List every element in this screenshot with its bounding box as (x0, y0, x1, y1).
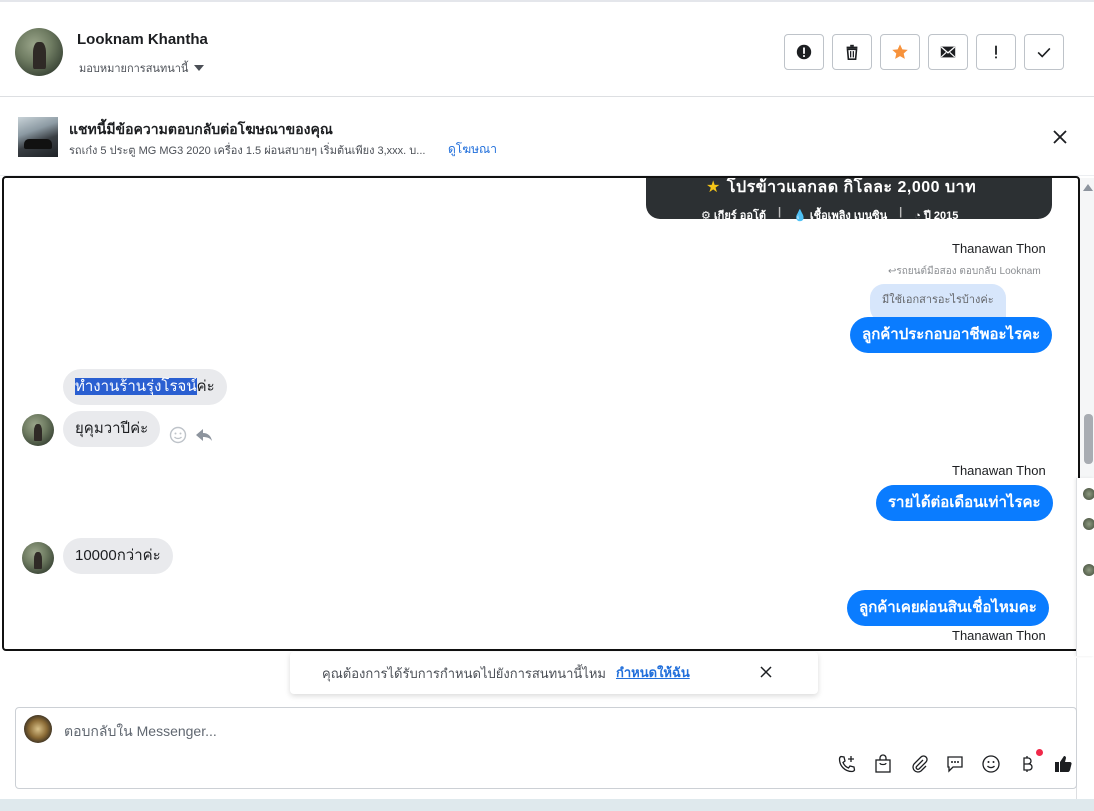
scrollbar-thumb[interactable] (1084, 414, 1093, 464)
star-button[interactable] (880, 34, 920, 70)
attach-button[interactable] (907, 752, 931, 776)
incoming-message[interactable]: ทำงานร้านรุ่งโรจน์ค่ะ (63, 369, 227, 405)
incoming-message[interactable]: 10000กว่าค่ะ (63, 538, 173, 574)
side-panel-edge (1076, 658, 1094, 808)
message-composer (15, 707, 1077, 789)
avatar (1083, 518, 1094, 530)
like-button[interactable] (1051, 752, 1075, 776)
spec-year: ◔ ปี 2015 (914, 210, 959, 222)
paperclip-icon (912, 755, 928, 773)
baht-icon (1023, 756, 1033, 772)
ad-banner-title: แชทนี้มีข้อความตอบกลับต่อโฆษณาของคุณ (69, 121, 333, 137)
ad-card-headline: ★ โปรข้าวแลกลด กิโลละ 2,000 บาท (706, 179, 977, 196)
reminder-text: คุณต้องการได้รับการกำหนดไปยังการสนทนานี้… (322, 666, 606, 681)
reply-context: ↩รถยนต์มือสอง ตอบกลับ Looknam (888, 266, 1041, 277)
ad-description: รถเก๋ง 5 ประตู MG MG3 2020 เครื่อง 1.5 ผ… (69, 145, 426, 157)
outgoing-message[interactable]: รายได้ต่อเดือนเท่าไรคะ (876, 485, 1053, 521)
bottom-strip (0, 799, 1094, 811)
conversation-header: Looknam Khantha มอบหมายการสนทนานี้ (0, 0, 1094, 97)
assign-to-me-link[interactable]: กำหนดให้ฉัน (616, 662, 690, 683)
outgoing-message[interactable]: ลูกค้าเคยผ่อนสินเชื่อไหมคะ (847, 590, 1049, 626)
check-icon (1037, 47, 1051, 58)
shop-button[interactable] (871, 752, 895, 776)
side-panel-edge (1076, 478, 1094, 656)
smiley-icon (982, 755, 1000, 773)
assign-reminder: คุณต้องการได้รับการกำหนดไปยังการสนทนานี้… (290, 652, 818, 694)
message-text: ค่ะ (196, 378, 215, 395)
close-icon[interactable] (758, 664, 774, 680)
delete-button[interactable] (832, 34, 872, 70)
star-icon: ★ (706, 179, 721, 196)
sender-name: Thanawan Thon (952, 463, 1046, 478)
ad-card-specs: ⚙ เกียร์ ออโต้ | 💧 เชื้อเพลิง เบนซิน | ◔… (701, 206, 958, 224)
message-tools (168, 425, 214, 445)
ad-thumbnail (18, 117, 58, 157)
view-ad-link[interactable]: ดูโฆษณา (448, 140, 497, 159)
saved-replies-button[interactable] (943, 752, 967, 776)
sender-name: Thanawan Thon (952, 628, 1046, 643)
avatar (1083, 488, 1094, 500)
done-button[interactable] (1024, 34, 1064, 70)
selected-text: ทำงานร้านรุ่งโรจน์ (75, 378, 197, 395)
contact-name[interactable]: Looknam Khantha (77, 31, 208, 48)
shopping-bag-icon (875, 754, 891, 773)
exclamation-icon (995, 45, 997, 59)
outgoing-message[interactable]: ลูกค้าประกอบอาชีพอะไรคะ (850, 317, 1053, 353)
thumbs-up-icon (1055, 756, 1072, 772)
close-icon[interactable] (1050, 127, 1070, 147)
spec-transmission: ⚙ เกียร์ ออโต้ (701, 210, 767, 222)
chat-bubble-icon (947, 756, 963, 773)
divider: | (778, 206, 782, 218)
alert-icon (796, 44, 812, 60)
avatar (1083, 564, 1094, 576)
scroll-up-arrow-icon[interactable] (1083, 184, 1093, 191)
envelope-icon (940, 46, 956, 58)
contact-avatar[interactable] (15, 28, 63, 76)
assign-conversation-dropdown[interactable]: มอบหมายการสนทนานี้ (79, 59, 205, 77)
payment-button[interactable] (1015, 749, 1043, 776)
reply-input[interactable] (64, 722, 764, 740)
page-avatar (24, 715, 52, 743)
divider: | (899, 206, 903, 218)
message-thread[interactable]: ★ โปรข้าวแลกลด กิโลละ 2,000 บาท ⚙ เกียร์ … (2, 176, 1080, 651)
mark-unread-button[interactable] (928, 34, 968, 70)
assign-label: มอบหมายการสนทนานี้ (79, 63, 189, 75)
notification-dot (1036, 749, 1043, 756)
reply-icon[interactable] (194, 425, 214, 445)
header-actions (784, 34, 1064, 70)
call-button[interactable] (835, 752, 859, 776)
phone-plus-icon (838, 755, 856, 773)
sender-name: Thanawan Thon (952, 241, 1046, 256)
alert-button[interactable] (784, 34, 824, 70)
trash-icon (846, 44, 858, 61)
ad-preview-card[interactable]: ★ โปรข้าวแลกลด กิโลละ 2,000 บาท ⚙ เกียร์ … (646, 178, 1052, 222)
caret-down-icon (194, 65, 205, 71)
composer-tools (835, 749, 1075, 776)
incoming-message[interactable]: ยุคุมวาปีค่ะ (63, 411, 161, 447)
spec-fuel: 💧 เชื้อเพลิง เบนซิน (793, 210, 888, 222)
star-icon (892, 44, 908, 59)
emoji-button[interactable] (979, 752, 1003, 776)
contact-avatar[interactable] (22, 542, 54, 574)
contact-avatar[interactable] (22, 414, 54, 446)
emoji-react-icon[interactable] (168, 425, 188, 445)
spam-button[interactable] (976, 34, 1016, 70)
